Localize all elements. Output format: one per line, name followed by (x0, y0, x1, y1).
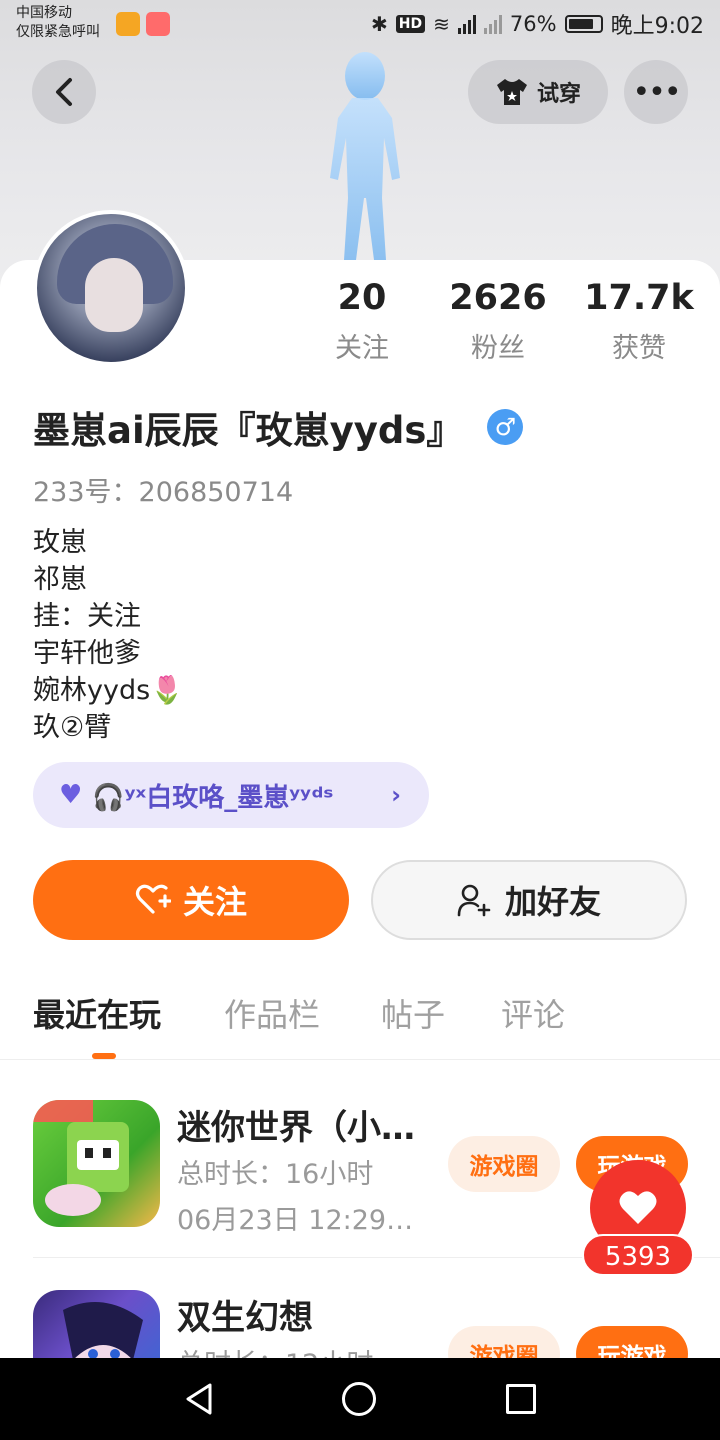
cp-tag-pill[interactable]: ♥ 🎧ʸˣ白玫咯_墨崽ʸʸᵈˢ › (33, 762, 429, 828)
game-title: 迷你世界（小… (177, 1108, 415, 1148)
followers-label: 粉丝 (471, 333, 525, 364)
following-stat[interactable]: 20 关注 (292, 276, 432, 365)
user-id[interactable]: 233号：206850714 (33, 470, 293, 509)
system-nav-bar (0, 1358, 720, 1440)
followers-count: 2626 (449, 278, 547, 318)
following-label: 关注 (335, 333, 389, 364)
signal-icon (483, 14, 502, 34)
bio-line: 玫崽 (33, 527, 87, 558)
user-name: 墨崽ai辰辰『玫崽yyds』 (33, 409, 464, 452)
more-options-button[interactable]: ••• (624, 60, 688, 124)
avatar-face (85, 258, 143, 332)
game-title: 双生幻想 (177, 1298, 313, 1338)
status-bar: 中国移动 仅限紧急呼叫 ✱ HD ≋ 76% 晚上9:02 (0, 0, 720, 48)
followers-stat[interactable]: 2626 粉丝 (428, 276, 568, 365)
notification-app-icon (116, 12, 140, 36)
like-count: 5393 (582, 1234, 694, 1276)
game-last-played: 06月23日 12:29… (177, 1205, 414, 1236)
bio-line: 挂：关注 (33, 601, 141, 632)
bio: 玫崽 祁崽 挂：关注 宇轩他爹 婉林yyds🌷 玖②臂 (33, 524, 184, 746)
hd-icon: HD (395, 15, 426, 33)
notification-app-icon (146, 12, 170, 36)
name-row: 墨崽ai辰辰『玫崽yyds』 ♂ (33, 400, 524, 454)
bluetooth-icon: ✱ (371, 12, 388, 36)
chevron-right-icon: › (391, 781, 401, 809)
chevron-left-icon (56, 78, 72, 106)
double-heart-icon: ♥ (59, 780, 83, 810)
male-gender-icon: ♂ (487, 409, 524, 445)
likes-stat[interactable]: 17.7k 获赞 (569, 276, 709, 365)
follow-label: 关注 (182, 883, 247, 921)
nav-home-icon[interactable] (342, 1382, 376, 1416)
nav-recents-icon[interactable] (506, 1384, 536, 1414)
tab-posts[interactable]: 帖子 (381, 990, 445, 1036)
tab-recently-played[interactable]: 最近在玩 (33, 990, 161, 1036)
clock: 晚上9:02 (610, 14, 704, 39)
carrier-name: 中国移动 (16, 5, 72, 21)
battery-icon (564, 15, 603, 33)
bio-line: 宇轩他爹 (33, 638, 141, 669)
back-button[interactable] (32, 60, 96, 124)
tab-indicator (92, 1053, 116, 1059)
nav-back-icon[interactable] (184, 1382, 214, 1416)
tab-comments[interactable]: 评论 (501, 990, 565, 1036)
status-icons: ✱ HD ≋ 76% 晚上9:02 (371, 10, 704, 39)
mini-world-art (33, 1100, 129, 1216)
try-on-button[interactable]: 试穿 (468, 60, 608, 124)
signal-icon (457, 14, 476, 34)
tab-works[interactable]: 作品栏 (224, 990, 320, 1036)
carrier-text: 中国移动 仅限紧急呼叫 (16, 4, 100, 42)
game-icon (33, 1100, 160, 1227)
profile-tabs: 最近在玩 作品栏 帖子 评论 (0, 990, 720, 1060)
bio-line: 婉林yyds🌷 (33, 675, 184, 706)
add-friend-label: 加好友 (504, 883, 601, 921)
following-count: 20 (337, 278, 387, 318)
likes-label: 获赞 (612, 333, 666, 364)
game-circle-button[interactable]: 游戏圈 (448, 1136, 560, 1192)
likes-count: 17.7k (584, 278, 694, 318)
game-duration: 总时长：16小时 (177, 1159, 374, 1190)
shirt-icon (496, 79, 527, 105)
avatar-hologram-figure (330, 52, 400, 260)
add-user-icon (457, 884, 491, 917)
bio-line: 祁崽 (33, 564, 87, 595)
wifi-icon: ≋ (433, 12, 450, 36)
add-friend-button[interactable]: 加好友 (371, 860, 687, 940)
battery-percent: 76% (509, 12, 557, 36)
more-dots-icon: ••• (632, 74, 681, 110)
follow-button[interactable]: 关注 (33, 860, 349, 940)
carrier-status: 仅限紧急呼叫 (16, 24, 100, 40)
bio-line: 玖②臂 (33, 712, 112, 743)
try-on-label: 试穿 (536, 82, 581, 107)
heart-icon (619, 1191, 657, 1224)
heart-plus-icon (135, 884, 171, 914)
cp-tag-label: 🎧ʸˣ白玫咯_墨崽ʸʸᵈˢ (92, 782, 334, 813)
avatar[interactable] (33, 210, 189, 366)
